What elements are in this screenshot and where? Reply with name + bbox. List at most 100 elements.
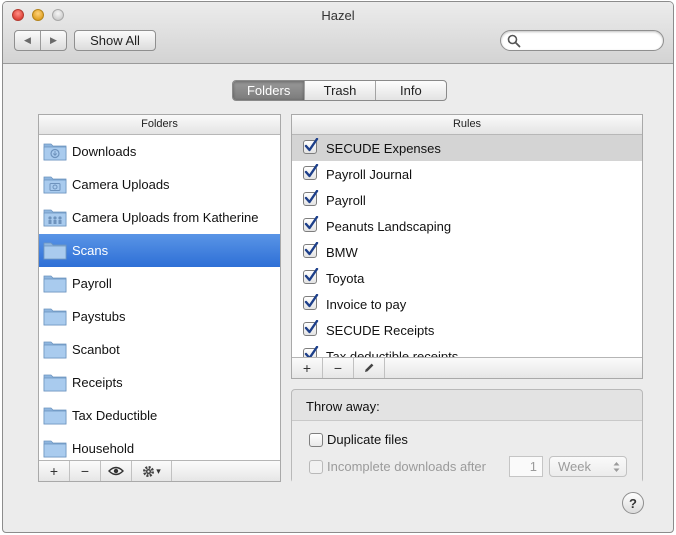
throw-away-options: Duplicate files Incomplete downloads aft… (292, 420, 642, 483)
add-rule-button[interactable]: + (292, 358, 323, 378)
show-all-button[interactable]: Show All (74, 30, 156, 51)
rule-item[interactable]: Toyota (292, 265, 642, 291)
add-folder-button[interactable]: + (39, 461, 70, 481)
rule-item[interactable]: SECUDE Expenses (292, 135, 642, 161)
tab-folders[interactable]: Folders (233, 81, 305, 100)
folders-toolbar: + − ▾ (39, 460, 280, 481)
search-icon (507, 34, 521, 48)
rule-enabled-checkbox[interactable] (303, 164, 319, 180)
folders-header: Folders (39, 115, 280, 135)
hazel-window: Hazel ◀ ▶ Show All Folders Trash Info Fo… (2, 1, 674, 533)
checkmark-icon (304, 216, 319, 230)
folder-item-paystubs[interactable]: Paystubs (39, 300, 280, 333)
gear-icon (143, 465, 155, 477)
rule-enabled-checkbox[interactable] (303, 216, 319, 232)
preview-folder-button[interactable] (101, 461, 132, 481)
incomplete-downloads-label: Incomplete downloads after (327, 459, 486, 474)
incomplete-after-value-field[interactable]: 1 (509, 456, 543, 477)
rule-item[interactable]: Payroll (292, 187, 642, 213)
folder-icon (43, 341, 67, 359)
rule-enabled-checkbox[interactable] (303, 268, 319, 284)
rule-enabled-checkbox[interactable] (303, 190, 319, 206)
updown-arrows-icon (613, 462, 620, 472)
forward-button[interactable]: ▶ (40, 31, 66, 50)
rule-label: Peanuts Landscaping (326, 219, 452, 234)
rule-item[interactable]: Payroll Journal (292, 161, 642, 187)
incomplete-downloads-checkbox[interactable] (309, 460, 323, 474)
folder-icon (43, 242, 67, 260)
folder-label: Household (72, 441, 135, 456)
folder-label: Payroll (72, 276, 112, 291)
folder-item-downloads[interactable]: Downloads (39, 135, 280, 168)
folder-item-household[interactable]: Household (39, 432, 280, 461)
rule-enabled-checkbox[interactable] (303, 242, 319, 258)
throw-away-title: Throw away: (306, 399, 380, 414)
folder-icon (43, 308, 67, 326)
window-title: Hazel (321, 8, 355, 23)
folder-label: Scans (72, 243, 109, 258)
rules-toolbar: + − (292, 357, 642, 378)
duplicate-files-checkbox[interactable] (309, 433, 323, 447)
rule-label: BMW (326, 245, 358, 260)
folder-label: Scanbot (72, 342, 120, 357)
folder-icon (43, 275, 67, 293)
rule-label: SECUDE Receipts (326, 323, 435, 338)
folder-label: Camera Uploads from Katherine (72, 210, 259, 225)
checkmark-icon (304, 242, 319, 256)
folder-icon (43, 440, 67, 458)
folder-item-camera-uploads[interactable]: Camera Uploads (39, 168, 280, 201)
folder-item-scanbot[interactable]: Scanbot (39, 333, 280, 366)
help-button[interactable]: ? (622, 492, 644, 514)
folder-actions-menu[interactable]: ▾ (132, 461, 172, 481)
remove-rule-button[interactable]: − (323, 358, 354, 378)
checkmark-icon (304, 320, 319, 334)
search-field[interactable] (500, 30, 664, 51)
checkmark-icon (304, 190, 319, 204)
rule-list: SECUDE Expenses Payroll Journal Payroll … (292, 135, 642, 358)
back-button[interactable]: ◀ (15, 31, 40, 50)
remove-folder-button[interactable]: − (70, 461, 101, 481)
camera-folder-icon (43, 176, 67, 194)
folders-panel: Folders Downloads Camera Uploads Camera … (38, 114, 281, 482)
tab-trash[interactable]: Trash (304, 81, 374, 100)
rule-enabled-checkbox[interactable] (303, 320, 319, 336)
folder-item-camera-uploads-from-katherine[interactable]: Camera Uploads from Katherine (39, 201, 280, 234)
rules-panel: Rules SECUDE Expenses Payroll Journal Pa… (291, 114, 643, 379)
folder-label: Downloads (72, 144, 137, 159)
folder-label: Receipts (72, 375, 123, 390)
folder-item-tax-deductible[interactable]: Tax Deductible (39, 399, 280, 432)
rule-enabled-checkbox[interactable] (303, 138, 319, 154)
rule-label: Payroll (326, 193, 366, 208)
rule-item[interactable]: Invoice to pay (292, 291, 642, 317)
rule-item[interactable]: BMW (292, 239, 642, 265)
back-forward-control: ◀ ▶ (14, 30, 67, 51)
shared-folder-icon (43, 209, 67, 227)
pencil-icon (365, 363, 374, 372)
rules-header: Rules (292, 115, 642, 135)
checkmark-icon (304, 268, 319, 282)
eye-icon (108, 466, 124, 476)
downloads-folder-icon (43, 143, 67, 161)
rule-item[interactable]: Tax deductible receipts (292, 343, 642, 358)
folder-item-scans[interactable]: Scans (39, 234, 280, 267)
rule-label: SECUDE Expenses (326, 141, 441, 156)
rule-enabled-checkbox[interactable] (303, 294, 319, 310)
rule-label: Invoice to pay (326, 297, 407, 312)
tab-info[interactable]: Info (374, 81, 446, 100)
checkmark-icon (304, 138, 319, 152)
incomplete-after-unit-select[interactable]: Week (549, 456, 627, 477)
unit-label: Week (558, 459, 591, 474)
chevron-down-icon: ▾ (156, 465, 161, 476)
throw-away-group: Throw away: Duplicate files Incomplete d… (291, 389, 643, 483)
toolbar: Hazel ◀ ▶ Show All (3, 2, 673, 64)
folder-item-payroll[interactable]: Payroll (39, 267, 280, 300)
duplicate-files-label: Duplicate files (327, 432, 408, 447)
tab-bar: Folders Trash Info (232, 80, 447, 101)
rule-item[interactable]: SECUDE Receipts (292, 317, 642, 343)
rule-label: Toyota (326, 271, 365, 286)
folder-icon (43, 374, 67, 392)
edit-rule-button[interactable] (354, 358, 385, 378)
folder-item-receipts[interactable]: Receipts (39, 366, 280, 399)
rule-item[interactable]: Peanuts Landscaping (292, 213, 642, 239)
folder-icon (43, 407, 67, 425)
